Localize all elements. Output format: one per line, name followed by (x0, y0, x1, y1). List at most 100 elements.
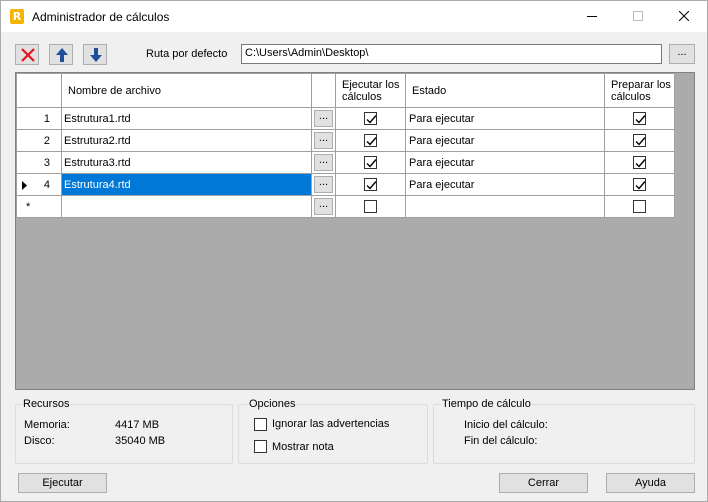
maximize-button[interactable] (615, 1, 661, 32)
arrow-up-icon (56, 48, 68, 62)
browse-path-button[interactable]: ... (669, 44, 695, 64)
browse-file-button[interactable]: ... (314, 176, 333, 193)
move-up-button[interactable] (49, 44, 73, 65)
row-number: 1 (43, 112, 50, 125)
state-cell[interactable]: Para ejecutar (405, 107, 605, 130)
help-button[interactable]: Ayuda (606, 473, 695, 493)
run-checkbox[interactable] (364, 134, 377, 147)
filename-cell[interactable]: Estrutura4.rtd (61, 173, 312, 196)
run-checkbox[interactable] (364, 200, 377, 213)
close-window-button[interactable] (661, 1, 707, 32)
browse-file-button[interactable]: ... (314, 132, 333, 149)
new-filename-cell[interactable] (61, 195, 312, 218)
filename-cell[interactable]: Estrutura2.rtd (61, 129, 312, 152)
prepare-checkbox[interactable] (633, 200, 646, 213)
timing-group (433, 404, 695, 464)
browse-file-button[interactable]: ... (314, 198, 333, 215)
table-row[interactable]: 3 Estrutura3.rtd... Para ejecutar (16, 151, 675, 174)
new-prepare-cell (604, 195, 675, 218)
default-path-label: Ruta por defecto (146, 48, 228, 60)
browse-cell: ... (311, 107, 336, 130)
state-cell[interactable]: Para ejecutar (405, 151, 605, 174)
calc-start-label: Inicio del cálculo: (464, 419, 548, 431)
resources-title: Recursos (22, 398, 71, 410)
run-checkbox[interactable] (364, 156, 377, 169)
checkmark-icon (366, 159, 377, 168)
column-header-run[interactable]: Ejecutar los cálculos (335, 73, 406, 108)
checkmark-icon (635, 115, 646, 124)
prepare-checkbox[interactable] (633, 134, 646, 147)
checkmark-icon (635, 181, 646, 190)
row-number: 4 (43, 178, 50, 191)
state-cell[interactable]: Para ejecutar (405, 173, 605, 196)
new-row-marker: * (16, 195, 62, 218)
new-state-cell[interactable] (405, 195, 605, 218)
new-browse-cell: ... (311, 195, 336, 218)
calc-end-label: Fin del cálculo: (464, 435, 538, 447)
memory-value: 4417 MB (115, 419, 160, 431)
ignore-warnings-checkbox[interactable] (254, 418, 267, 431)
row-number-cell[interactable]: 1 (16, 107, 62, 130)
run-checkbox[interactable] (364, 178, 377, 191)
title-bar: R Administrador de cálculos (1, 1, 707, 32)
disk-label: Disco: (24, 435, 55, 447)
row-number: 3 (43, 156, 50, 169)
calculation-grid: Nombre de archivo Ejecutar los cálculos … (15, 72, 695, 390)
prepare-checkbox[interactable] (633, 156, 646, 169)
arrow-down-icon (90, 48, 102, 62)
checkmark-icon (635, 159, 646, 168)
show-note-checkbox[interactable] (254, 440, 267, 453)
browse-cell: ... (311, 173, 336, 196)
column-header-filename[interactable]: Nombre de archivo (61, 73, 312, 108)
calculation-table: Nombre de archivo Ejecutar los cálculos … (16, 73, 675, 218)
prepare-cell (604, 107, 675, 130)
row-number: 2 (43, 134, 50, 147)
row-number-cell[interactable]: 3 (16, 151, 62, 174)
row-header-corner (16, 73, 62, 108)
checkmark-icon (635, 137, 646, 146)
delete-row-button[interactable] (15, 44, 39, 65)
table-header-row: Nombre de archivo Ejecutar los cálculos … (16, 73, 675, 108)
column-header-prepare[interactable]: Preparar los cálculos (604, 73, 675, 108)
move-down-button[interactable] (83, 44, 107, 65)
memory-label: Memoria: (24, 419, 70, 431)
prepare-cell (604, 151, 675, 174)
prepare-checkbox[interactable] (633, 112, 646, 125)
maximize-icon (633, 11, 643, 21)
state-cell[interactable]: Para ejecutar (405, 129, 605, 152)
new-run-cell (335, 195, 406, 218)
minimize-icon (587, 16, 597, 17)
table-row[interactable]: 4 Estrutura4.rtd... Para ejecutar (16, 173, 675, 196)
run-button[interactable]: Ejecutar (18, 473, 107, 493)
default-path-input[interactable]: C:\Users\Admin\Desktop\ (241, 44, 662, 64)
row-number-cell[interactable]: 4 (16, 173, 62, 196)
prepare-cell (604, 129, 675, 152)
run-checkbox[interactable] (364, 112, 377, 125)
new-row[interactable]: *... (16, 195, 675, 218)
filename-cell[interactable]: Estrutura3.rtd (61, 151, 312, 174)
table-row[interactable]: 1 Estrutura1.rtd... Para ejecutar (16, 107, 675, 130)
show-note-label[interactable]: Mostrar nota (272, 441, 334, 453)
browse-file-button[interactable]: ... (314, 110, 333, 127)
prepare-checkbox[interactable] (633, 178, 646, 191)
browse-file-button[interactable]: ... (314, 154, 333, 171)
filename-cell[interactable]: Estrutura1.rtd (61, 107, 312, 130)
row-number-cell[interactable]: 2 (16, 129, 62, 152)
calculation-manager-window: R Administrador de cálculos Ruta por def… (0, 0, 708, 502)
delete-x-icon (21, 48, 35, 62)
options-group (238, 404, 428, 464)
checkmark-icon (366, 181, 377, 190)
ignore-warnings-label[interactable]: Ignorar las advertencias (272, 418, 389, 430)
resources-group (15, 404, 233, 464)
close-button[interactable]: Cerrar (499, 473, 588, 493)
table-row[interactable]: 2 Estrutura2.rtd... Para ejecutar (16, 129, 675, 152)
disk-value: 35040 MB (115, 435, 166, 447)
column-header-state[interactable]: Estado (405, 73, 605, 108)
minimize-button[interactable] (569, 1, 615, 32)
checkmark-icon (366, 137, 377, 146)
close-icon (679, 11, 689, 21)
browse-cell: ... (311, 151, 336, 174)
timing-title: Tiempo de cálculo (441, 398, 532, 410)
checkmark-icon (366, 115, 377, 124)
window-title: Administrador de cálculos (32, 10, 170, 24)
